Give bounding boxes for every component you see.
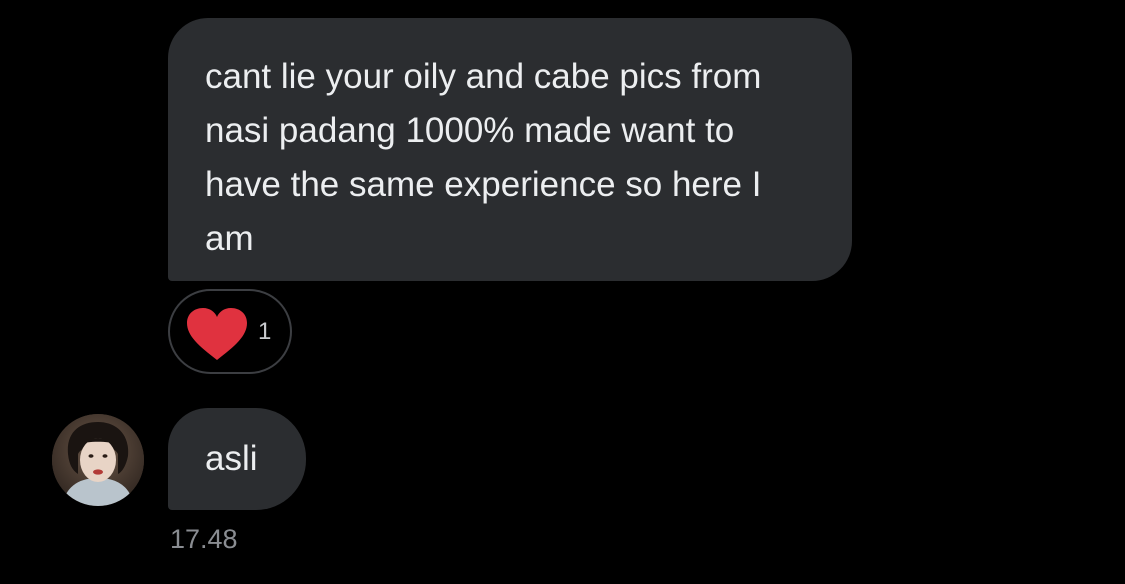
message-bubble-outgoing[interactable]: cant lie your oily and cabe pics from na… [168, 18, 852, 281]
message-text: asli [205, 439, 258, 478]
profile-photo [52, 414, 144, 506]
message-bubble-incoming[interactable]: asli [168, 408, 306, 510]
timestamp: 17.48 [170, 524, 238, 554]
reaction-pill[interactable]: 1 [168, 289, 292, 374]
reaction-count: 1 [258, 318, 272, 345]
avatar[interactable] [52, 414, 144, 506]
message-text: cant lie your oily and cabe pics from na… [205, 57, 762, 258]
heart-icon [187, 308, 247, 360]
